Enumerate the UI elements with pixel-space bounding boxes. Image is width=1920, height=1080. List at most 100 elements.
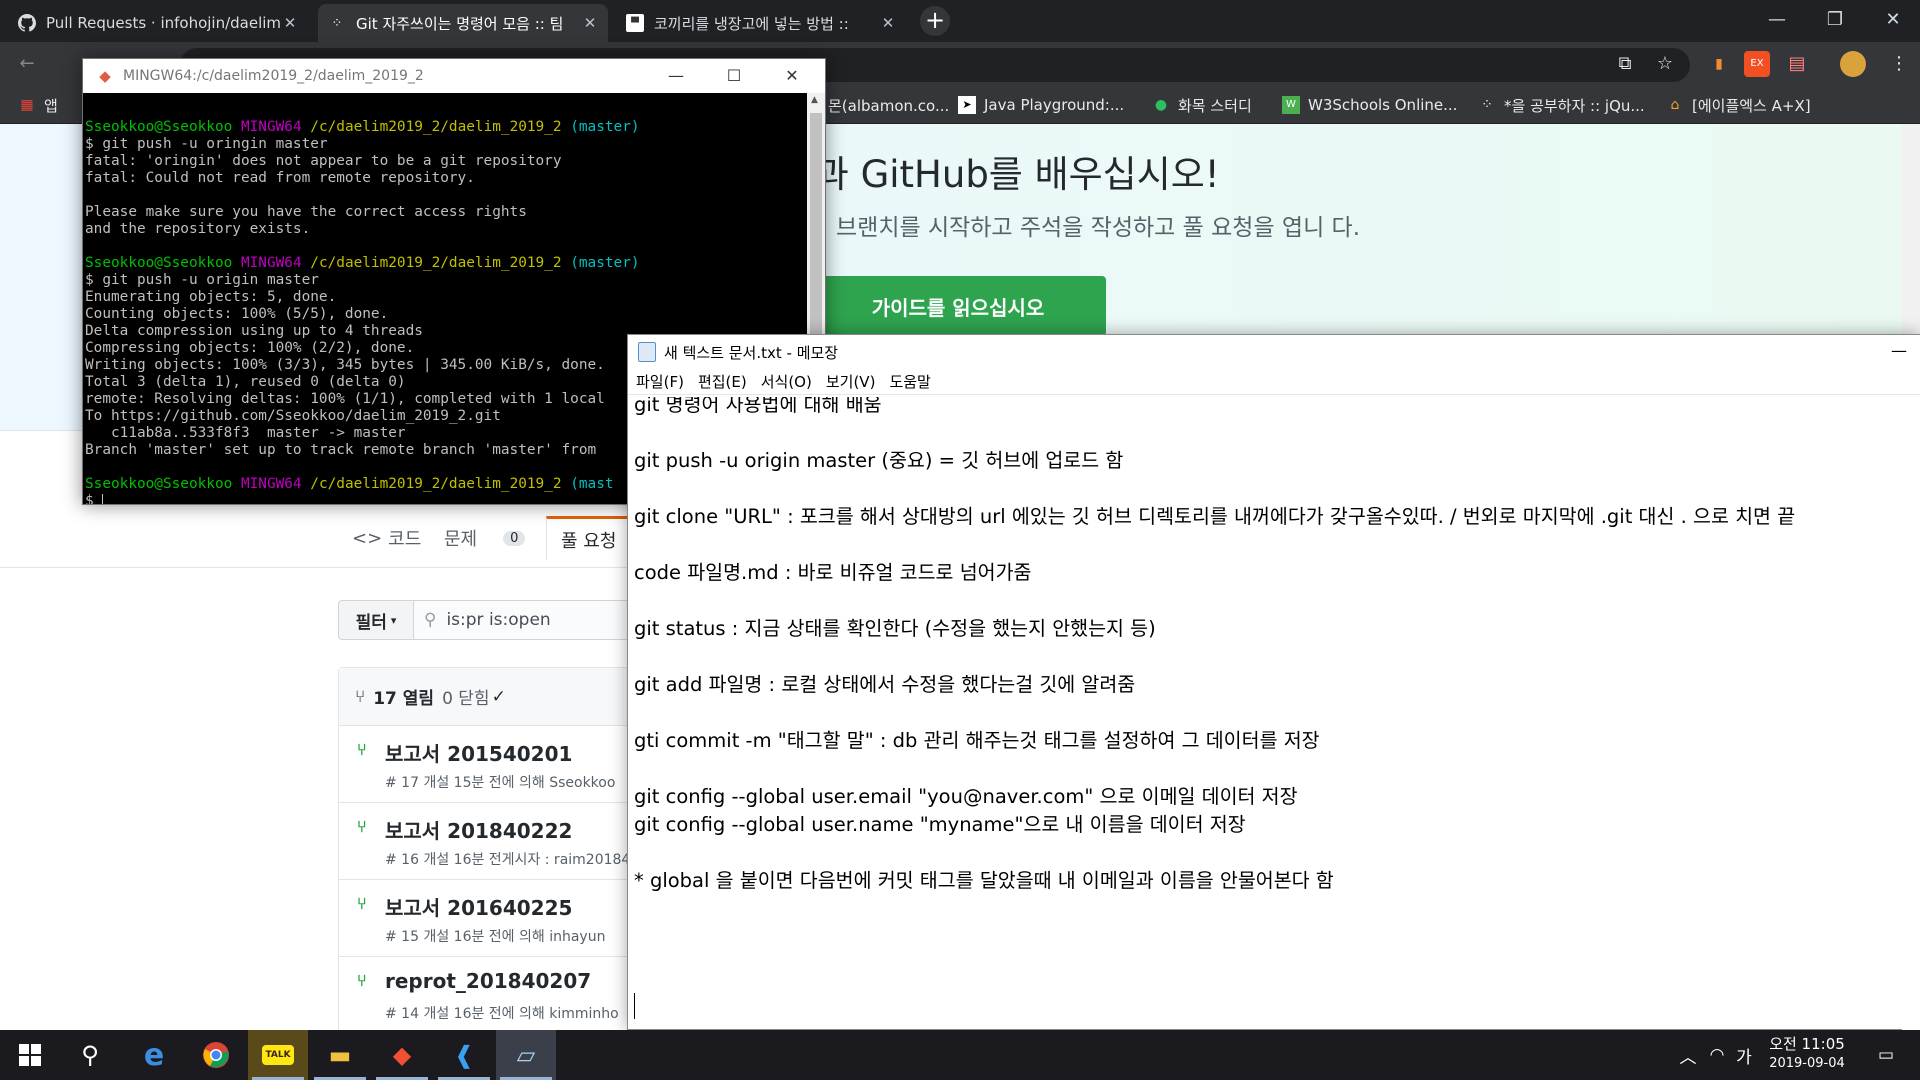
bookmark-java-playground[interactable]: ➤ Java Playground:... — [958, 94, 1124, 116]
bookmark-label: W3Schools Online... — [1308, 96, 1458, 114]
closed-count[interactable]: 0 닫힘 — [442, 684, 490, 709]
notepad-menubar: 파일(F) 편집(E) 서식(O) 보기(V) 도움말 — [628, 369, 1920, 395]
git-icon[interactable]: ◆ — [372, 1030, 432, 1080]
back-arrow-icon[interactable]: ← — [14, 51, 40, 77]
extension-cast-icon[interactable]: ▤ — [1784, 51, 1810, 77]
extension-icon[interactable]: ▮ — [1706, 51, 1732, 77]
edge-icon[interactable]: e — [124, 1030, 184, 1080]
prompt-branch: (master) — [570, 119, 640, 135]
pr-list-item[interactable]: ⑂ 보고서 201840222 # 16 개설 16분 전게시자 : raim2… — [339, 803, 657, 880]
notepad-text-area[interactable]: git 명령어 사용법에 대해 배움 git push -u origin ma… — [628, 397, 1920, 1031]
filter-dropdown[interactable]: 필터 ▾ — [338, 600, 414, 640]
pr-list-item[interactable]: ⑂ 보고서 201540201 # 17 개설 15분 전에 의해 Sseokk… — [339, 726, 657, 803]
bookmark-aplx[interactable]: ⌂ [에이플엑스 A+X] — [1666, 94, 1811, 116]
file-explorer-icon[interactable]: ▬ — [310, 1030, 370, 1080]
scroll-up-arrow-icon[interactable]: ▲ — [811, 95, 818, 105]
vscode-icon[interactable]: ❰ — [434, 1030, 494, 1080]
prompt-branch: (mast — [570, 476, 614, 492]
profile-avatar[interactable] — [1840, 51, 1866, 77]
close-button[interactable]: ✕ — [763, 59, 821, 93]
chrome-icon[interactable] — [186, 1030, 246, 1080]
prompt-env: MINGW64 — [240, 476, 302, 492]
tab-label: 풀 요청 — [561, 530, 617, 552]
text-line: git config --global user.name "myname"으로… — [634, 813, 1246, 836]
search-icon[interactable]: ⚲ — [60, 1030, 120, 1080]
action-center-icon[interactable]: ▭ — [1866, 1030, 1906, 1080]
notepad-icon — [638, 342, 656, 362]
new-tab-button[interactable]: + — [920, 6, 950, 36]
tab-label: 문제 — [444, 529, 478, 550]
pr-title[interactable]: 보고서 201840222 — [385, 815, 572, 844]
close-icon[interactable]: ✕ — [880, 14, 896, 32]
terminal-line: Total 3 (delta 1), reused 0 (delta 0) — [85, 374, 406, 390]
notepad-titlebar[interactable]: 새 텍스트 문서.txt - 메모장 — — [628, 335, 1920, 369]
chevron-up-icon[interactable]: ︿ — [1676, 1030, 1700, 1080]
menu-help[interactable]: 도움말 — [889, 371, 930, 392]
prompt-path: /c/daelim2019_2/daelim_2019_2 — [310, 255, 562, 271]
terminal-line: To https://github.com/Sseokkoo/daelim_20… — [85, 408, 501, 424]
pr-search-input[interactable]: ⚲ is:pr is:open — [413, 600, 643, 640]
filter-label: 필터 — [355, 612, 387, 633]
start-button[interactable] — [0, 1030, 60, 1080]
pr-title[interactable]: 보고서 201540201 — [385, 738, 572, 767]
menu-view[interactable]: 보기(V) — [826, 371, 876, 392]
browser-minimize-button[interactable]: — — [1748, 0, 1806, 42]
notepad-window: 새 텍스트 문서.txt - 메모장 — 파일(F) 편집(E) 서식(O) 보… — [627, 334, 1920, 1031]
text-line: git config --global user.email "you@nave… — [634, 785, 1298, 808]
pr-title[interactable]: 보고서 201640225 — [385, 892, 572, 921]
bookmark-albamon[interactable]: 몬(albamon.co... — [828, 94, 949, 116]
pr-list-item[interactable]: ⑂ reprot_201840207 # 14 개설 16분 전에 의해 kim… — [339, 957, 657, 1030]
minimize-button[interactable]: — — [1884, 335, 1914, 369]
terminal-line: fatal: Could not read from remote reposi… — [85, 170, 475, 186]
browser-restore-button[interactable]: ❐ — [1806, 0, 1864, 42]
open-count[interactable]: 17 열림 — [373, 684, 434, 709]
prompt-line: Sseokkoo@Sseokkoo MINGW64 /c/daelim2019_… — [85, 119, 640, 136]
translate-icon[interactable]: ⧉ — [1612, 51, 1638, 77]
terminal-line: and the repository exists. — [85, 221, 311, 237]
bookmark-apps[interactable]: ▦ 앱 — [18, 94, 57, 116]
terminal-line: Delta compression using up to 4 threads — [85, 323, 423, 339]
bookmark-star-icon[interactable]: ☆ — [1652, 51, 1678, 77]
terminal-input-line[interactable]: $ — [85, 493, 104, 504]
bookmark-w3schools[interactable]: W W3Schools Online... — [1282, 94, 1457, 116]
menu-kebab-icon[interactable]: ⋮ — [1886, 51, 1912, 77]
pull-request-list: ⑂ 17 열림 0 닫힘 ✓ ⑂ 보고서 201540201 # 17 개설 1… — [338, 667, 658, 1030]
home-icon: ⌂ — [1670, 97, 1680, 113]
pr-list-item[interactable]: ⑂ 보고서 201640225 # 15 개설 16분 전에 의해 inhayu… — [339, 880, 657, 957]
browser-tab-git-commands[interactable]: ⁘ Git 자주쓰이는 명령어 모음 :: 팀 ✕ — [318, 4, 608, 42]
pull-request-icon: ⑂ — [357, 817, 367, 836]
terminal-line: Counting objects: 100% (5/5), done. — [85, 306, 389, 322]
notepad-icon[interactable]: ▱ — [496, 1030, 556, 1080]
notepad-scrollbar[interactable] — [1902, 395, 1920, 1031]
pr-title[interactable]: reprot_201840207 — [385, 969, 591, 993]
menu-edit[interactable]: 편집(E) — [698, 371, 747, 392]
tab-pull-requests[interactable]: 풀 요청 — [546, 516, 631, 560]
browser-tab-pull-requests[interactable]: Pull Requests · infohojin/daelim ✕ — [8, 4, 308, 42]
tab-code[interactable]: <> 코드 — [352, 516, 421, 560]
bookmark-study[interactable]: ● 화목 스터디 — [1152, 94, 1252, 116]
hero-title: it과 GitHub를 배우십시오! — [790, 153, 1220, 196]
bookmark-jquery-blog[interactable]: ⁘ *을 공부하자 :: jQu... — [1478, 94, 1645, 116]
prompt-symbol: $ — [85, 493, 94, 504]
menu-file[interactable]: 파일(F) — [636, 371, 684, 392]
browser-tab-elephant-blog[interactable]: ▀ 코끼리를 냉장고에 넣는 방법 :: ✕ — [616, 4, 906, 42]
window-title: MINGW64:/c/daelim2019_2/daelim_2019_2 — [123, 68, 424, 84]
read-guide-button[interactable]: 가이드를 읽으십시오 — [810, 276, 1106, 336]
maximize-button[interactable]: ☐ — [705, 59, 763, 93]
browser-close-button[interactable]: ✕ — [1864, 0, 1920, 42]
menu-format[interactable]: 서식(O) — [761, 371, 812, 392]
git-bash-titlebar[interactable]: ◆ MINGW64:/c/daelim2019_2/daelim_2019_2 … — [83, 59, 825, 93]
wifi-icon[interactable]: ◠ — [1704, 1030, 1730, 1080]
tab-issues[interactable]: 문제 0 — [444, 516, 526, 560]
system-clock[interactable]: 오전 11:05 2019-09-04 — [1752, 1034, 1862, 1078]
close-icon[interactable]: ✕ — [282, 14, 298, 32]
start-icon — [19, 1044, 41, 1066]
clock-date: 2019-09-04 — [1769, 1056, 1845, 1071]
text-line: git clone "URL" : 포크를 해서 상대방의 url 에있는 깃 … — [634, 505, 1796, 528]
bookmark-label: Java Playground:... — [984, 96, 1125, 114]
extension-ex-icon[interactable]: EX — [1744, 51, 1770, 77]
prompt-path: /c/daelim2019_2/daelim_2019_2 — [310, 476, 562, 492]
minimize-button[interactable]: — — [647, 59, 705, 93]
close-icon[interactable]: ✕ — [582, 14, 598, 32]
kakaotalk-icon[interactable]: TALK — [248, 1030, 308, 1080]
